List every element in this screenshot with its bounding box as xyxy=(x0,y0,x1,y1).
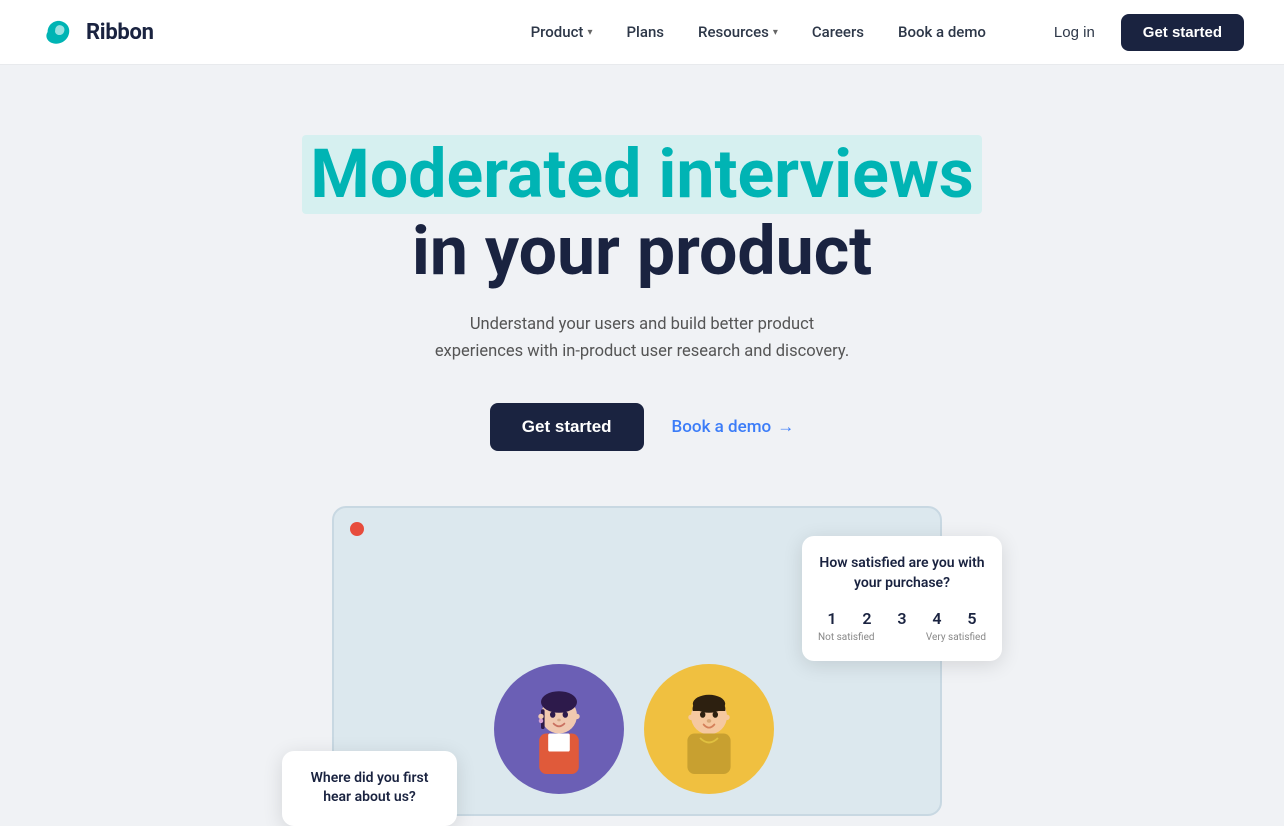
avatar-female xyxy=(494,664,624,794)
nav-careers[interactable]: Careers xyxy=(798,15,878,49)
avatar-area xyxy=(494,664,774,794)
chevron-down-icon: ▾ xyxy=(773,27,778,38)
rating-label-right: Very satisfied xyxy=(926,632,986,643)
arrow-icon: → xyxy=(777,417,794,437)
nav-product[interactable]: Product ▾ xyxy=(517,15,607,49)
hero-headline-highlight: Moderated interviews xyxy=(302,135,981,214)
hero-section: Moderated interviews in your product Und… xyxy=(0,65,1284,826)
navbar: Ribbon Product ▾ Plans Resources ▾ Caree… xyxy=(0,0,1284,65)
get-started-nav-button[interactable]: Get started xyxy=(1121,14,1244,51)
rating-5[interactable]: 5 xyxy=(958,609,986,628)
record-dot xyxy=(350,522,364,536)
brand-name: Ribbon xyxy=(86,20,154,45)
nav-book-demo[interactable]: Book a demo xyxy=(884,15,1000,49)
hero-subtext: Understand your users and build better p… xyxy=(427,311,857,365)
rating-labels: Not satisfied Very satisfied xyxy=(818,632,986,643)
hear-about-card: Where did you first hear about us? xyxy=(282,751,457,826)
get-started-hero-button[interactable]: Get started xyxy=(490,403,644,451)
rating-label-left: Not satisfied xyxy=(818,632,875,643)
nav-plans[interactable]: Plans xyxy=(612,15,678,49)
login-button[interactable]: Log in xyxy=(1040,16,1109,49)
nav-links: Product ▾ Plans Resources ▾ Careers Book… xyxy=(517,15,1000,49)
rating-2[interactable]: 2 xyxy=(853,609,881,628)
hero-ctas: Get started Book a demo → xyxy=(490,403,794,451)
avatar-male xyxy=(644,664,774,794)
logo-icon xyxy=(40,13,78,51)
nav-resources[interactable]: Resources ▾ xyxy=(684,15,792,49)
chevron-down-icon: ▾ xyxy=(587,27,592,38)
rating-1[interactable]: 1 xyxy=(818,609,846,628)
satisfaction-card: How satisfied are you with your purchase… xyxy=(802,536,1002,661)
rating-3[interactable]: 3 xyxy=(888,609,916,628)
book-demo-hero-link[interactable]: Book a demo → xyxy=(672,417,795,437)
nav-actions: Log in Get started xyxy=(1040,14,1244,51)
hero-headline: Moderated interviews in your product xyxy=(302,135,981,289)
satisfaction-card-title: How satisfied are you with your purchase… xyxy=(818,554,986,593)
demo-illustration: How satisfied are you with your purchase… xyxy=(282,506,1002,826)
rating-row: 1 2 3 4 5 xyxy=(818,609,986,628)
rating-4[interactable]: 4 xyxy=(923,609,951,628)
hear-about-title: Where did you first hear about us? xyxy=(298,769,441,808)
logo-link[interactable]: Ribbon xyxy=(40,13,154,51)
hero-headline-rest: in your product xyxy=(412,211,872,291)
